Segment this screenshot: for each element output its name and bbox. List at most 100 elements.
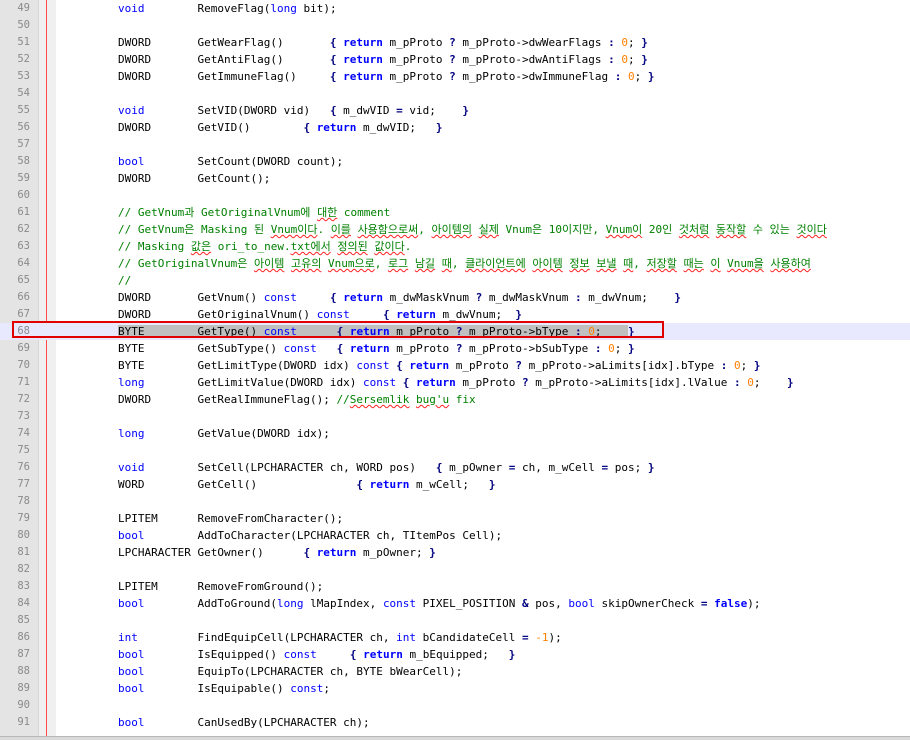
code-token: bool	[118, 155, 145, 168]
code-token: m_pProto	[382, 53, 450, 66]
code-token: EquipTo(LPCHARACTER ch, BYTE bWearCell);	[144, 665, 463, 678]
code-line[interactable]: 62 // GetVnum은 Masking 된 Vnum이다. 이를 사용함으로…	[0, 221, 910, 238]
code-token: // Masking	[118, 240, 191, 253]
code-text: bool IsEquipped() const { return m_bEqui…	[118, 646, 515, 663]
code-token: =	[700, 597, 708, 610]
code-token: {	[329, 36, 337, 49]
code-token: m_pProto->aLimits[idx].bType	[522, 359, 721, 372]
code-token: 때는	[683, 257, 704, 270]
line-number: 76	[17, 461, 30, 473]
code-token: m_bEquipped;	[402, 648, 509, 661]
code-token: ,	[451, 257, 466, 270]
code-token: Vnum으로	[327, 257, 375, 270]
code-line[interactable]: 74 long GetValue(DWORD idx);	[0, 425, 910, 442]
code-token: const	[356, 359, 390, 372]
code-line[interactable]: 53 DWORD GetImmuneFlag() { return m_pProt…	[0, 68, 910, 85]
line-number: 61	[17, 206, 30, 218]
code-line[interactable]: 71 long GetLimitValue(DWORD idx) const { …	[0, 374, 910, 391]
code-line[interactable]: 89 bool IsEquipable() const;	[0, 680, 910, 697]
code-line[interactable]: 87 bool IsEquipped() const { return m_bEq…	[0, 646, 910, 663]
code-line[interactable]: 72 DWORD GetRealImmuneFlag(); //Sersemlik…	[0, 391, 910, 408]
code-token: 이를	[330, 223, 351, 236]
code-token: bool	[568, 597, 595, 610]
code-line[interactable]: 52 DWORD GetAntiFlag() { return m_pProto …	[0, 51, 910, 68]
line-number: 71	[17, 376, 30, 388]
code-line[interactable]: 66 DWORD GetVnum() const { return m_dwMas…	[0, 289, 910, 306]
code-token: long	[270, 2, 297, 15]
code-line[interactable]: 84 bool AddToGround(long lMapIndex, const…	[0, 595, 910, 612]
code-line[interactable]: 76 void SetCell(LPCHARACTER ch, WORD pos)…	[0, 459, 910, 476]
code-line[interactable]: 83 LPITEM RemoveFromGround();	[0, 578, 910, 595]
code-text: void RemoveFlag(long bit);	[118, 0, 337, 17]
code-token: 아이템	[532, 257, 563, 270]
code-token: // GetVnum과 GetOriginalVnum에	[118, 206, 318, 219]
code-line[interactable]: 69 BYTE GetSubType() const { return m_pPr…	[0, 340, 910, 357]
code-line[interactable]: 59 DWORD GetCount();	[0, 170, 910, 187]
code-line[interactable]: 68 BYTE GetType() const { return m_pProto…	[0, 323, 910, 340]
code-line[interactable]: 54	[0, 85, 910, 102]
code-line[interactable]: 73	[0, 408, 910, 425]
code-line[interactable]: 91 bool CanUsedBy(LPCHARACTER ch);	[0, 714, 910, 731]
code-line[interactable]: 85	[0, 612, 910, 629]
code-token: return	[349, 325, 390, 338]
code-line[interactable]: 65 //	[0, 272, 910, 289]
code-token: }	[786, 376, 794, 389]
code-editor[interactable]: 49 void RemoveFlag(long bit); 50 51 DWORD Ge…	[0, 0, 910, 736]
code-token	[343, 325, 350, 338]
line-number: 85	[17, 614, 30, 626]
code-token: Vnum을	[727, 257, 764, 270]
line-number: 75	[17, 444, 30, 456]
code-token: bool	[118, 648, 145, 661]
code-line[interactable]: 80 bool AddToCharacter(LPCHARACTER ch, TI…	[0, 527, 910, 544]
code-line[interactable]: 63 // Masking 값은 ori_to_new.txt에서 정의된 값이다…	[0, 238, 910, 255]
code-token: m_pProto	[382, 70, 450, 83]
code-line[interactable]: 58 bool SetCount(DWORD count);	[0, 153, 910, 170]
code-token: AddToGround(	[144, 597, 277, 610]
code-token: RemoveFlag(	[144, 2, 271, 15]
code-line[interactable]: 78	[0, 493, 910, 510]
code-token: 이	[710, 257, 721, 270]
code-line[interactable]: 81 LPCHARACTER GetOwner() { return m_pOwn…	[0, 544, 910, 561]
code-token: m_dwMaskVnum	[482, 291, 576, 304]
code-token: FindEquipCell(LPCHARACTER ch,	[137, 631, 397, 644]
code-line[interactable]: 75	[0, 442, 910, 459]
code-text: long GetLimitValue(DWORD idx) const { re…	[118, 374, 794, 391]
code-line[interactable]: 88 bool EquipTo(LPCHARACTER ch, BYTE bWea…	[0, 663, 910, 680]
code-token: // GetVnum은 Masking 된	[118, 223, 271, 236]
code-token: bool	[118, 529, 145, 542]
code-line[interactable]: 49 void RemoveFlag(long bit);	[0, 0, 910, 17]
code-line[interactable]: 51 DWORD GetWearFlag() { return m_pProto …	[0, 34, 910, 51]
code-line[interactable]: 70 BYTE GetLimitType(DWORD idx) const { r…	[0, 357, 910, 374]
code-token: 0	[588, 325, 595, 338]
code-token: skipOwnerCheck	[594, 597, 701, 610]
code-line[interactable]: 86 int FindEquipCell(LPCHARACTER ch, int …	[0, 629, 910, 646]
code-line[interactable]: 67 DWORD GetOriginalVnum() const { return…	[0, 306, 910, 323]
code-token: ;	[594, 325, 629, 338]
line-number: 87	[17, 648, 30, 660]
code-line[interactable]: 60	[0, 187, 910, 204]
code-line[interactable]: 79 LPITEM RemoveFromCharacter();	[0, 510, 910, 527]
code-line[interactable]: 82	[0, 561, 910, 578]
code-line[interactable]: 56 DWORD GetVID() { return m_dwVID; }	[0, 119, 910, 136]
code-line[interactable]: 64 // GetOriginalVnum은 아이템 고유의 Vnum으로, 로그…	[0, 255, 910, 272]
code-text: bool AddToGround(long lMapIndex, const P…	[118, 595, 761, 612]
code-token: }	[641, 36, 648, 49]
code-line[interactable]: 50	[0, 17, 910, 34]
code-text: DWORD GetAntiFlag() { return m_pProto ? …	[118, 51, 648, 68]
code-token: GetValue(DWORD idx);	[144, 427, 330, 440]
code-line[interactable]: 77 WORD GetCell() { return m_wCell; }	[0, 476, 910, 493]
code-token: DWORD GetVID()	[118, 121, 304, 134]
code-line[interactable]: 55 void SetVID(DWORD vid) { m_dwVID = vid…	[0, 102, 910, 119]
code-line[interactable]: 57	[0, 136, 910, 153]
code-token: 20인	[642, 223, 679, 236]
code-line[interactable]: 61 // GetVnum과 GetOriginalVnum에 대한 commen…	[0, 204, 910, 221]
line-number: 80	[17, 529, 30, 541]
code-token: const	[283, 648, 317, 661]
horizontal-scrollbar[interactable]	[0, 736, 910, 740]
code-token: {	[329, 291, 337, 304]
code-line[interactable]: 90	[0, 697, 910, 714]
code-token: );	[747, 597, 761, 610]
